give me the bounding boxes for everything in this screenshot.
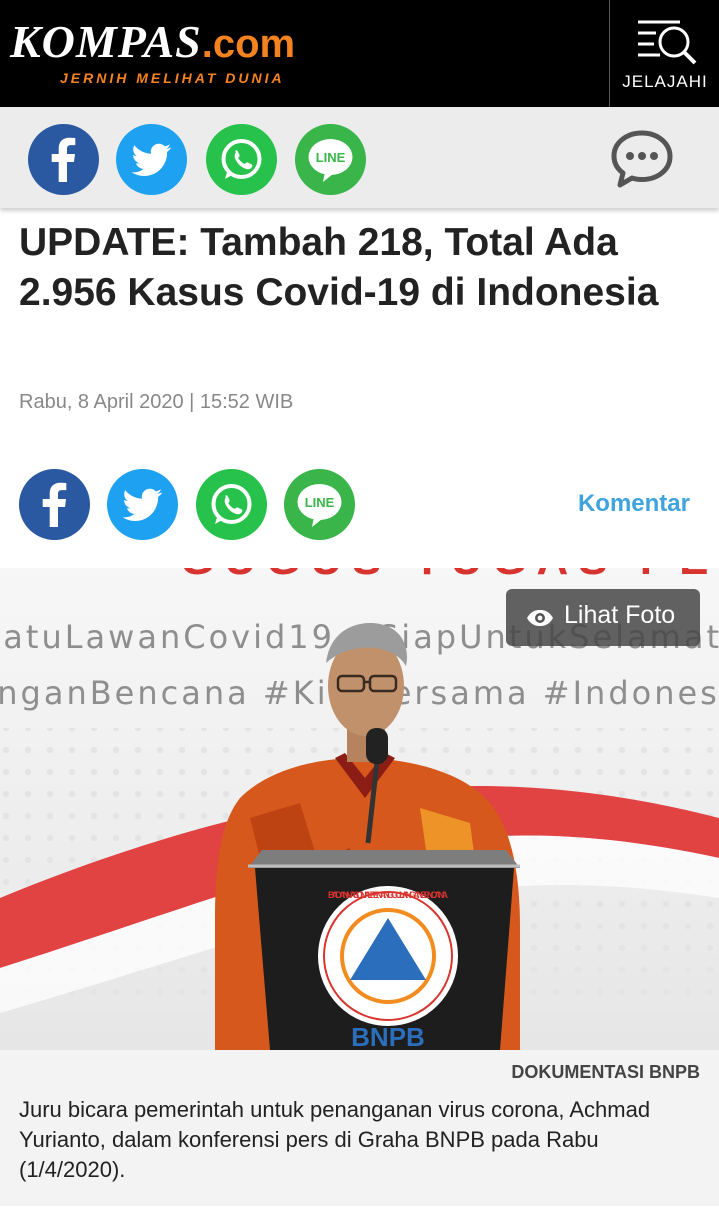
line-icon: LINE — [308, 139, 353, 182]
svg-text:LINE: LINE — [316, 150, 346, 165]
view-photo-button[interactable]: Lihat Foto — [506, 589, 700, 646]
podium-seal-text: BADAN NASIONAL PENANGGULANGAN BENCANA — [328, 890, 448, 900]
explore-label: JELAJAHI — [622, 72, 708, 91]
photo-caption-box: DOKUMENTASI BNPB Juru bicara pemerintah … — [0, 1050, 719, 1206]
facebook-icon — [51, 137, 76, 182]
menu-search-icon — [638, 20, 697, 65]
svg-text:LINE: LINE — [305, 495, 335, 510]
twitter-icon — [122, 488, 163, 521]
comment-bubble-icon[interactable] — [610, 129, 674, 189]
whatsapp-icon — [221, 139, 262, 179]
logo-wordmark: KOMPAS.com — [10, 16, 295, 70]
share-whatsapp-button-inline[interactable] — [196, 469, 267, 540]
whatsapp-icon — [211, 484, 252, 524]
view-photo-label: Lihat Foto — [564, 601, 676, 629]
kompas-logo[interactable]: KOMPAS.com JERNIH MELIHAT DUNIA — [10, 16, 295, 86]
twitter-icon — [131, 143, 172, 176]
share-twitter-button[interactable] — [116, 124, 187, 195]
photo-caption: Juru bicara pemerintah untuk penanganan … — [19, 1097, 651, 1182]
share-twitter-button-inline[interactable] — [107, 469, 178, 540]
photo-credit: DOKUMENTASI BNPB — [511, 1062, 700, 1082]
facebook-icon — [42, 482, 67, 527]
banner-text: GUGUS TUGAS PENANGANAN COVID — [180, 568, 719, 584]
share-line-button-inline[interactable]: LINE — [284, 469, 355, 540]
comment-link[interactable]: Komentar — [560, 490, 690, 518]
share-facebook-button[interactable] — [28, 124, 99, 195]
logo-tagline: JERNIH MELIHAT DUNIA — [60, 70, 285, 86]
share-whatsapp-button[interactable] — [206, 124, 277, 195]
podium-text: BNPB — [351, 1022, 425, 1050]
eye-icon — [527, 610, 553, 626]
logo-text: KOMPAS — [10, 16, 202, 67]
article-date: Rabu, 8 April 2020 | 15:52 WIB — [19, 391, 294, 413]
explore-button[interactable]: JELAJAHI — [609, 0, 719, 107]
article-title: UPDATE: Tambah 218, Total Ada 2.956 Kasu… — [19, 221, 659, 314]
share-line-button[interactable]: LINE — [295, 124, 366, 195]
share-bar-sticky: LINE — [0, 107, 719, 208]
site-header: KOMPAS.com JERNIH MELIHAT DUNIA JELAJAHI — [0, 0, 719, 107]
logo-suffix: .com — [201, 22, 296, 66]
share-facebook-button-inline[interactable] — [19, 469, 90, 540]
line-icon: LINE — [297, 484, 342, 527]
